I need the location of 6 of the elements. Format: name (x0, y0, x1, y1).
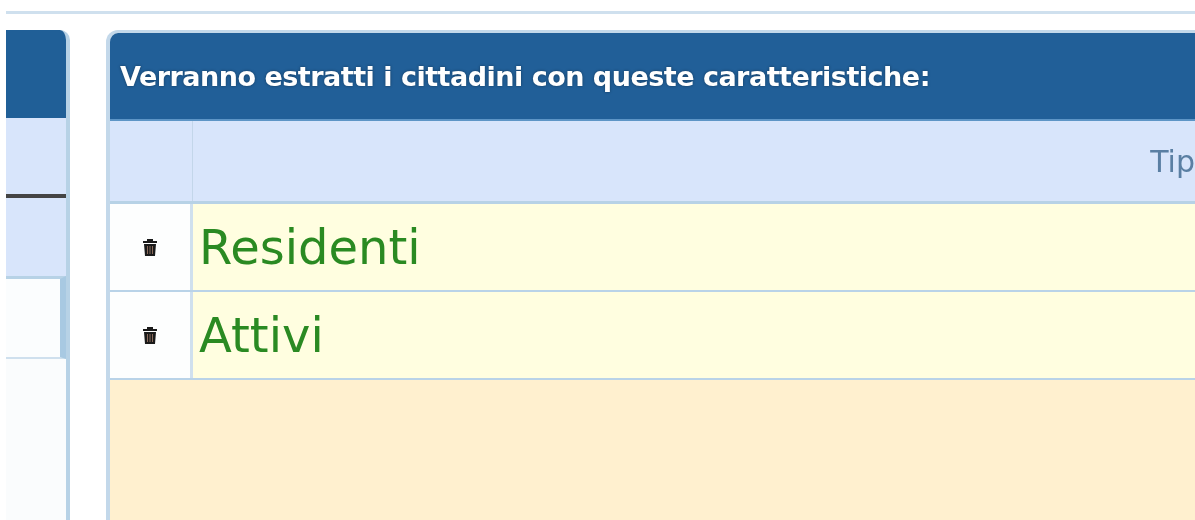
criterion-label: Attivi (199, 307, 324, 363)
delete-icon[interactable] (142, 237, 158, 257)
delete-icon[interactable] (142, 325, 158, 345)
criterion-label: Residenti (199, 219, 421, 275)
column-header-label: Tip (1150, 143, 1195, 179)
panel-title: Verranno estratti i cittadini con queste caratteristiche: (120, 60, 930, 92)
